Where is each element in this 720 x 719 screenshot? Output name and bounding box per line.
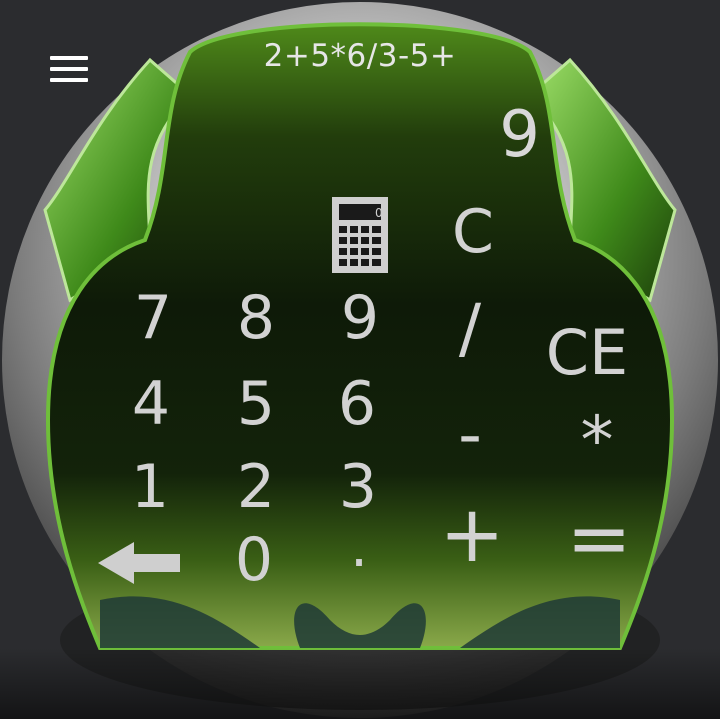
- svg-text:0: 0: [375, 206, 383, 220]
- menu-bar: [50, 56, 88, 60]
- menu-bar: [50, 78, 88, 82]
- key-3[interactable]: 3: [323, 457, 393, 517]
- backspace-arrow-icon[interactable]: [96, 540, 182, 586]
- expression-display: 2+5*6/3-5+: [263, 38, 457, 74]
- key-equals[interactable]: =: [558, 500, 640, 578]
- menu-bar: [50, 67, 88, 71]
- key-clear-entry[interactable]: CE: [528, 322, 646, 384]
- key-9[interactable]: 9: [325, 288, 395, 348]
- key-7[interactable]: 7: [118, 288, 188, 348]
- key-plus[interactable]: +: [432, 496, 512, 574]
- key-clear[interactable]: C: [440, 202, 506, 262]
- key-decimal[interactable]: .: [324, 520, 394, 576]
- key-0[interactable]: 0: [219, 530, 289, 590]
- result-display: 9: [499, 98, 540, 172]
- hamburger-menu-icon[interactable]: [46, 52, 92, 88]
- watch-face: 2+5*6/3-5+ 9 0 7 8 9 4 5 6 1 2 3 0 . C /…: [0, 0, 720, 719]
- calculator-icon[interactable]: 0: [331, 196, 389, 274]
- key-minus[interactable]: -: [440, 402, 500, 468]
- key-divide[interactable]: /: [440, 296, 500, 362]
- key-multiply[interactable]: *: [562, 408, 632, 474]
- key-4[interactable]: 4: [116, 374, 186, 434]
- key-1[interactable]: 1: [115, 457, 185, 517]
- key-5[interactable]: 5: [221, 374, 291, 434]
- key-8[interactable]: 8: [221, 288, 291, 348]
- key-2[interactable]: 2: [221, 457, 291, 517]
- key-6[interactable]: 6: [322, 374, 392, 434]
